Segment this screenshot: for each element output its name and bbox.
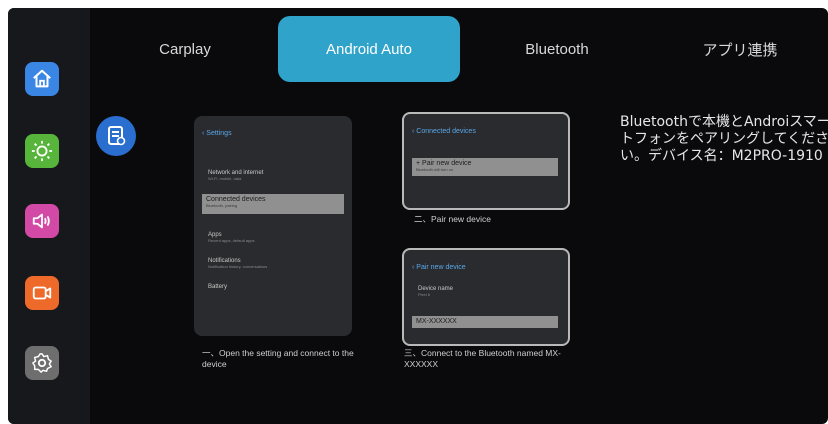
sidebar-item-video[interactable] bbox=[25, 276, 59, 310]
video-camera-icon bbox=[32, 286, 52, 300]
sidebar-item-home[interactable] bbox=[25, 62, 59, 96]
step1-screen-title: ‹ Settings bbox=[202, 130, 232, 137]
brightness-icon bbox=[31, 140, 53, 162]
sidebar-item-brightness[interactable] bbox=[25, 134, 59, 168]
step1-phone-screenshot: ‹ Settings Network and internet Wi-Fi, mo… bbox=[194, 116, 352, 336]
settings-row-battery: Battery bbox=[208, 284, 228, 290]
step2-phone-screenshot: ‹ Connected devices + Pair new device Blu… bbox=[402, 112, 570, 210]
tab-bluetooth[interactable]: Bluetooth bbox=[482, 16, 632, 82]
bluetooth-pairing-instructions: Bluetoothで本機とAndroiスマートフォンをペアリングしてください。デ… bbox=[620, 114, 828, 164]
settings-row-apps: Apps Recent apps, default apps bbox=[208, 232, 255, 243]
step3-screen-title: ‹ Pair new device bbox=[412, 264, 466, 271]
step3-phone-screenshot: ‹ Pair new device Device name Pixel 6 MX-… bbox=[402, 248, 570, 346]
sidebar-item-volume[interactable] bbox=[25, 204, 59, 238]
step2-screen-title: ‹ Connected devices bbox=[412, 128, 476, 135]
instructions-icon bbox=[96, 116, 136, 156]
step2-caption: 二、Pair new device bbox=[414, 214, 492, 224]
tab-app-link[interactable]: アプリ連携 bbox=[650, 16, 828, 82]
step3-caption: 三、Connect to the Bluetooth named MX-XXXX… bbox=[404, 348, 561, 369]
device-name-row: Device name Pixel 6 bbox=[418, 286, 454, 297]
sidebar bbox=[8, 8, 90, 424]
volume-icon bbox=[32, 213, 50, 229]
step1-caption: 一、Open the setting and connect to the de… bbox=[202, 348, 354, 369]
tab-carplay[interactable]: Carplay bbox=[110, 16, 260, 82]
tab-android-auto[interactable]: Android Auto bbox=[278, 16, 460, 82]
bluetooth-device-item: MX-XXXXXX bbox=[412, 316, 558, 328]
mode-tabs: Carplay Android Auto Bluetooth アプリ連携 bbox=[90, 8, 828, 90]
settings-row-notifications: Notifications Notification history, conve… bbox=[208, 258, 268, 269]
settings-row-network: Network and internet Wi-Fi, mobile, data bbox=[208, 170, 264, 181]
settings-icon bbox=[32, 353, 52, 373]
settings-row-connected-devices: Connected devices Bluetooth, pairing bbox=[202, 194, 344, 214]
home-icon bbox=[33, 69, 51, 88]
pair-new-device-item: + Pair new device Bluetooth will turn on bbox=[412, 158, 558, 176]
head-unit-screen: Carplay Android Auto Bluetooth アプリ連携 ‹ S… bbox=[8, 8, 828, 424]
sidebar-item-settings[interactable] bbox=[25, 346, 59, 380]
